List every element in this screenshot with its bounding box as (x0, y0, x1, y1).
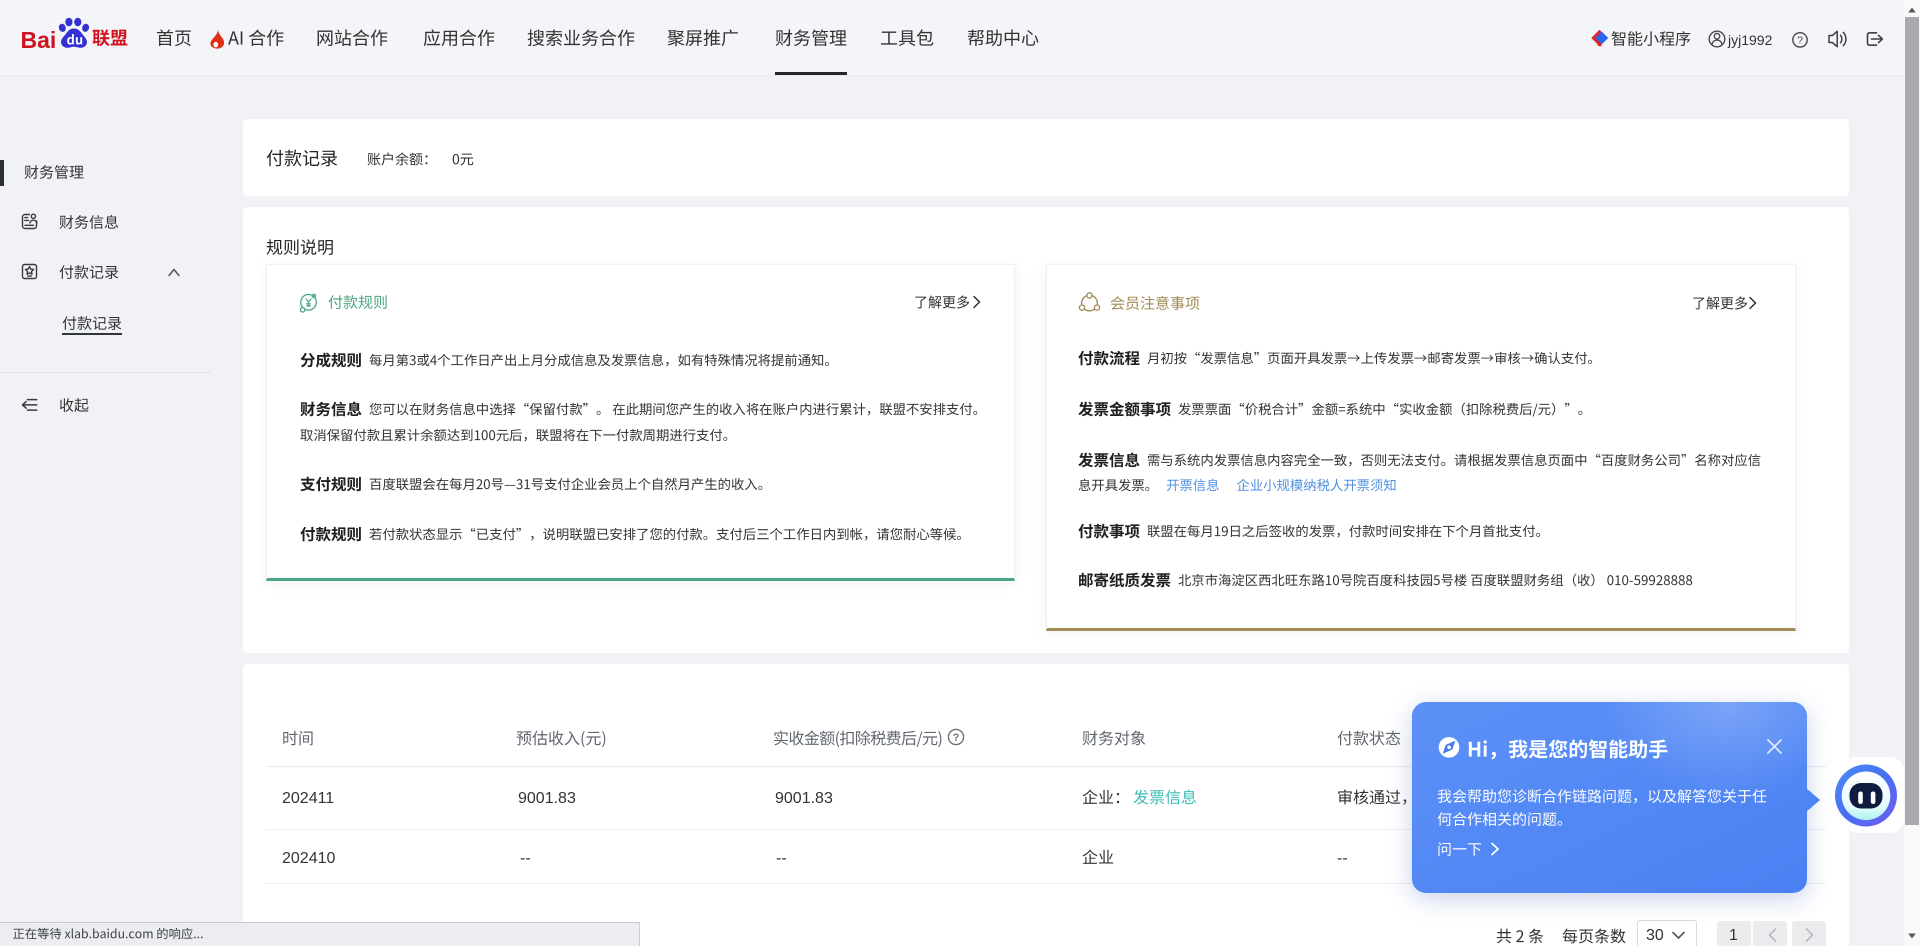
svg-text:?: ? (1797, 35, 1803, 47)
svg-text:?: ? (953, 732, 960, 744)
